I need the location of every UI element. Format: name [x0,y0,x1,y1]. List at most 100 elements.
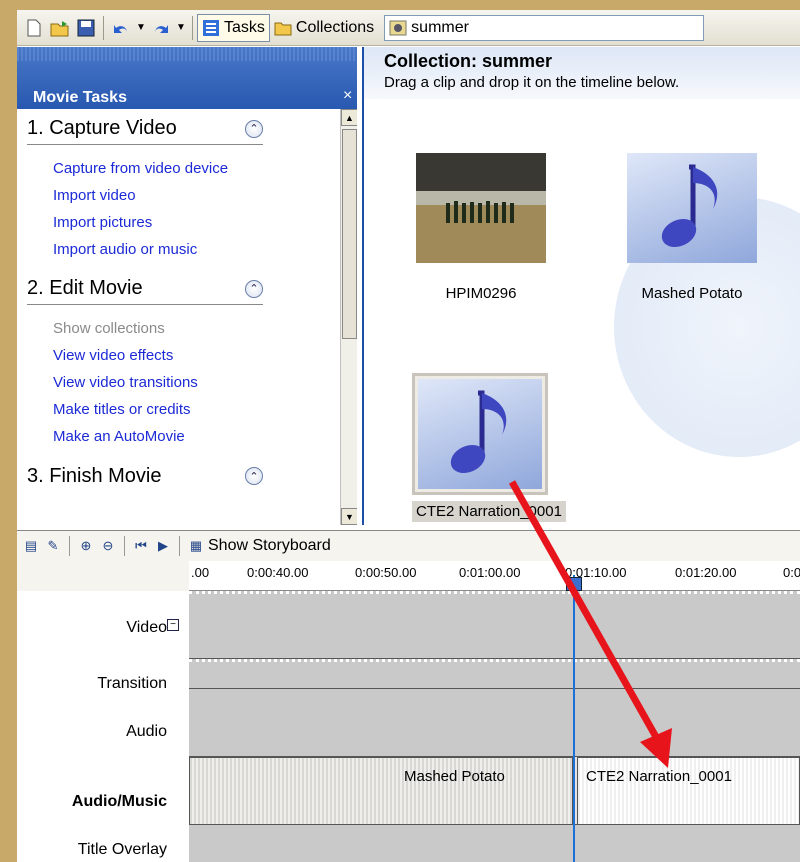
toolbar-separator [103,15,104,40]
show-storyboard-button[interactable]: Show Storyboard [208,537,331,555]
close-icon[interactable]: × [343,87,352,105]
scroll-up-icon[interactable]: ▲ [341,109,357,126]
audio-clip-narration[interactable]: CTE2 Narration_0001 [577,757,800,825]
collection-instructions: Drag a clip and drop it on the timeline … [384,74,680,91]
link-capture-from-video-device[interactable]: Capture from video device [53,155,263,182]
link-view-video-transitions[interactable]: View video transitions [53,369,263,396]
set-audio-levels-icon[interactable]: ▤ [21,536,41,556]
timeline-panel: ▤ ✎ ⊕ ⊖ ⏮ ▶ ▦ Show Storyboard .00 0:00:4… [17,530,800,862]
scroll-thumb[interactable] [342,129,357,339]
undo-dropdown-icon[interactable]: ▼ [136,17,146,39]
narrate-timeline-icon[interactable]: ✎ [43,536,63,556]
ruler-tick: .00 [191,565,210,580]
audio-music-track[interactable]: Mashed Potato CTE2 Narration_0001 [189,757,800,825]
header-pattern [17,47,357,61]
save-project-icon[interactable] [75,17,97,39]
collection-title: Collection: summer [384,51,553,71]
music-note-icon [450,390,507,474]
link-view-video-effects[interactable]: View video effects [53,342,263,369]
music-note-icon [661,164,718,248]
transition-track[interactable] [189,659,800,689]
section-heading[interactable]: 3. Finish Movie ⌃ [27,456,263,492]
movie-maker-window: ▼ ▼ Tasks Collections summer Movie Tasks… [17,10,800,862]
main-toolbar: ▼ ▼ Tasks Collections summer [17,10,800,46]
movie-tasks-header: Movie Tasks × [17,47,357,109]
section-capture-video: 1. Capture Video ⌃ Capture from video de… [27,109,263,269]
video-track[interactable] [189,591,800,659]
collections-button[interactable]: Collections [270,14,378,42]
ruler-tick: 0:00:50.00 [355,565,417,580]
audio-track[interactable] [189,689,800,757]
timeline-playhead[interactable] [573,575,575,862]
collections-label: Collections [295,18,375,36]
timeline-toolbar: ▤ ✎ ⊕ ⊖ ⏮ ▶ ▦ Show Storyboard [17,531,800,561]
collection-pane: Collection: summer Drag a clip and drop … [362,47,800,525]
music-note-thumbnail [627,153,757,263]
section-heading-label: 2. Edit Movie [27,277,143,299]
link-make-titles-or-credits[interactable]: Make titles or credits [53,396,263,423]
collection-clip-audio[interactable]: Mashed Potato [627,153,757,302]
tasks-label: Tasks [224,18,265,36]
redo-icon[interactable] [150,17,172,39]
audio-clip-mashed-potato[interactable]: Mashed Potato [189,757,573,825]
section-heading[interactable]: 2. Edit Movie ⌃ [27,269,263,305]
audio-clip-label: CTE2 Narration_0001 [586,768,732,785]
track-labels: Video − Transition Audio Audio/Music Tit… [17,591,189,862]
collapse-chevron-icon[interactable]: ⌃ [245,119,263,138]
section-heading[interactable]: 1. Capture Video ⌃ [27,109,263,145]
collapse-chevron-icon[interactable]: ⌃ [245,467,263,485]
open-project-icon[interactable] [49,17,71,39]
tasks-icon [203,19,219,36]
link-import-video[interactable]: Import video [53,182,263,209]
video-thumbnail [416,153,546,263]
new-project-icon[interactable] [23,17,45,39]
section-heading-label: 1. Capture Video [27,117,177,139]
audio-clip-label: Mashed Potato [404,768,505,785]
rewind-icon[interactable]: ⏮ [131,536,151,556]
link-show-collections: Show collections [53,320,165,337]
storyboard-icon[interactable]: ▦ [186,536,206,556]
undo-icon[interactable] [110,17,132,39]
ruler-tick: 0:01:00.00 [459,565,521,580]
section-edit-movie: 2. Edit Movie ⌃ Show collections View vi… [27,269,263,456]
play-icon[interactable]: ▶ [153,536,173,556]
tasks-button[interactable]: Tasks [197,13,270,42]
clip-name: HPIM0296 [445,285,517,302]
zoom-out-icon[interactable]: ⊖ [98,536,118,556]
playhead-handle[interactable] [566,577,582,591]
redo-dropdown-icon[interactable]: ▼ [176,17,186,39]
music-note-thumbnail [412,373,548,495]
track-label-video: Video [126,619,167,636]
zoom-in-icon[interactable]: ⊕ [76,536,96,556]
movie-tasks-pane: Movie Tasks × 1. Capture Video ⌃ Capture… [17,47,357,525]
section-heading-label: 3. Finish Movie [27,464,162,487]
collection-clip-video[interactable]: HPIM0296 [416,153,546,302]
track-label-transition: Transition [97,675,167,692]
clip-name: Mashed Potato [641,285,743,302]
collection-clip-narration[interactable]: CTE2 Narration_0001 [412,373,566,522]
toolbar-separator [69,536,70,556]
collection-selector[interactable]: summer [384,14,705,41]
collapse-chevron-icon[interactable]: ⌃ [245,279,263,298]
clip-name: CTE2 Narration_0001 [412,501,566,522]
collection-header: Collection: summer Drag a clip and drop … [364,47,800,99]
section-finish-movie: 3. Finish Movie ⌃ [27,456,263,492]
link-make-an-automovie[interactable]: Make an AutoMovie [53,423,263,450]
track-label-audio-music: Audio/Music [71,793,167,810]
toolbar-separator [124,536,125,556]
gym-video-thumbnail-image [416,153,546,263]
link-import-pictures[interactable]: Import pictures [53,209,263,236]
scroll-down-icon[interactable]: ▼ [341,508,357,525]
tasks-scrollbar[interactable]: ▲ ▼ [340,109,357,525]
collection-selector-value: summer [411,18,469,36]
track-label-title-overlay: Title Overlay [77,841,167,858]
toolbar-separator [179,536,180,556]
ruler-tick: 0:01:20.00 [675,565,737,580]
film-collection-icon [389,20,407,35]
title-overlay-track[interactable] [189,825,800,862]
timeline-tracks: Mashed Potato CTE2 Narration_0001 [189,591,800,862]
link-import-audio-or-music[interactable]: Import audio or music [53,236,263,263]
timeline-ruler[interactable]: .00 0:00:40.00 0:00:50.00 0:01:00.00 0:0… [189,561,800,591]
collapse-track-icon[interactable]: − [167,619,179,631]
movie-tasks-title: Movie Tasks [33,89,127,106]
